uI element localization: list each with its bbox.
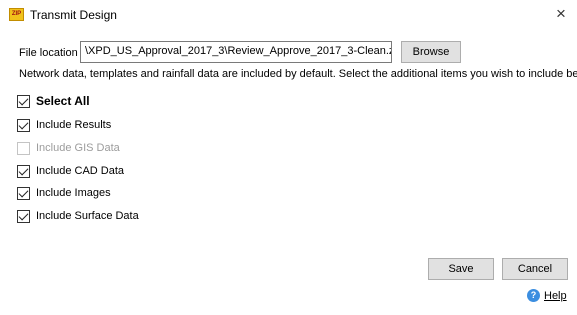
include-surface-data-checkbox[interactable] xyxy=(17,209,30,223)
option-label: Include Results xyxy=(36,119,112,131)
option-label: Include Surface Data xyxy=(36,210,139,222)
save-button[interactable]: Save xyxy=(428,258,494,280)
select-all-checkbox[interactable] xyxy=(17,94,30,108)
include-images-checkbox[interactable] xyxy=(17,186,30,200)
option-label: Include GIS Data xyxy=(36,142,120,154)
option-include-results[interactable]: Include Results xyxy=(17,117,111,133)
option-include-gis-data: Include GIS Data xyxy=(17,140,120,156)
help-label[interactable]: Help xyxy=(544,290,567,302)
include-results-checkbox[interactable] xyxy=(17,118,30,132)
option-label: Select All xyxy=(36,94,90,108)
cancel-button[interactable]: Cancel xyxy=(502,258,568,280)
include-cad-data-checkbox[interactable] xyxy=(17,164,30,178)
close-icon[interactable]: × xyxy=(551,4,571,24)
include-gis-data-checkbox xyxy=(17,141,30,155)
window-title: Transmit Design xyxy=(30,8,117,22)
zip-archive-icon: ZIP xyxy=(9,8,24,21)
title-bar: ZIP Transmit Design × xyxy=(0,0,577,30)
help-link[interactable]: ? Help xyxy=(527,289,567,302)
help-icon: ? xyxy=(527,289,540,302)
browse-button[interactable]: Browse xyxy=(401,41,461,63)
option-label: Include Images xyxy=(36,187,111,199)
option-select-all[interactable]: Select All xyxy=(17,93,90,109)
option-include-images[interactable]: Include Images xyxy=(17,185,111,201)
info-text: Network data, templates and rainfall dat… xyxy=(19,68,577,80)
file-location-input[interactable]: \XPD_US_Approval_2017_3\Review_Approve_2… xyxy=(80,41,392,63)
option-include-cad-data[interactable]: Include CAD Data xyxy=(17,163,124,179)
option-label: Include CAD Data xyxy=(36,165,125,177)
option-include-surface-data[interactable]: Include Surface Data xyxy=(17,208,139,224)
file-location-label: File location xyxy=(19,47,78,59)
